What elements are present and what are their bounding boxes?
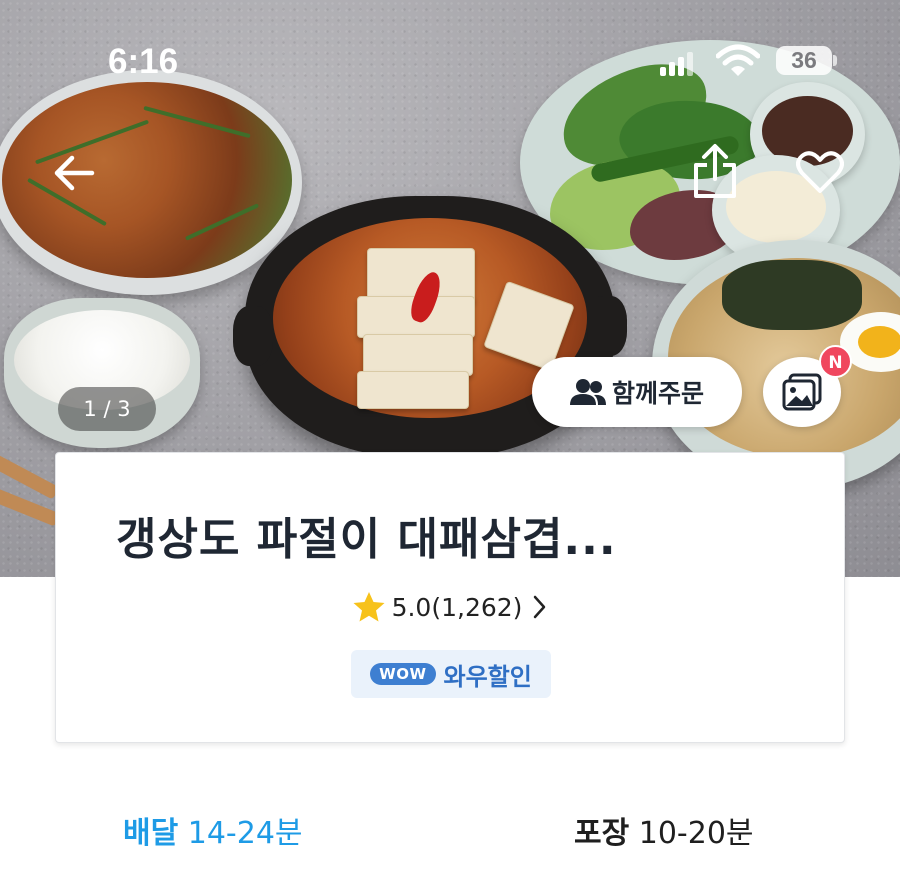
people-icon [569, 379, 606, 405]
pork-scallion-plate [0, 70, 302, 295]
wow-discount-label: 와우할인 [443, 662, 532, 691]
new-badge: N [819, 345, 852, 378]
rating-value: 5.0(1,262) [391, 592, 523, 622]
share-icon [694, 144, 736, 198]
together-order-button[interactable]: 함께주문 [532, 357, 742, 427]
status-time: 6:16 [108, 42, 179, 81]
battery-icon: 36 [776, 46, 832, 75]
store-info-card: 갱상도 파절이 대패삼겹... 5.0(1,262) WOW 와우할인 [55, 452, 845, 743]
delivery-label: 배달 [123, 816, 179, 851]
rating-row[interactable]: 5.0(1,262) [56, 591, 846, 623]
star-icon [353, 592, 385, 622]
store-name: 갱상도 파절이 대패삼겹... [116, 514, 617, 565]
tab-delivery[interactable]: 배달 14-24분 [123, 808, 303, 852]
image-page-indicator: 1 / 3 [58, 387, 156, 431]
wifi-icon [716, 44, 760, 76]
favorite-button[interactable] [793, 148, 847, 196]
back-arrow-icon [54, 155, 95, 191]
pickup-time: 10-20분 [638, 816, 754, 851]
heart-icon [796, 151, 844, 193]
back-button[interactable] [48, 150, 100, 196]
pickup-label: 포장 [574, 816, 630, 851]
signal-icon [660, 52, 693, 76]
together-order-label: 함께주문 [611, 379, 704, 408]
delivery-time: 14-24분 [187, 816, 303, 851]
share-button[interactable] [688, 142, 742, 200]
wow-discount-chip: WOW 와우할인 [351, 650, 551, 698]
photo-review-icon [782, 373, 822, 411]
wow-logo: WOW [370, 663, 436, 685]
tab-pickup[interactable]: 포장 10-20분 [574, 808, 754, 852]
chevron-right-icon [534, 595, 546, 619]
